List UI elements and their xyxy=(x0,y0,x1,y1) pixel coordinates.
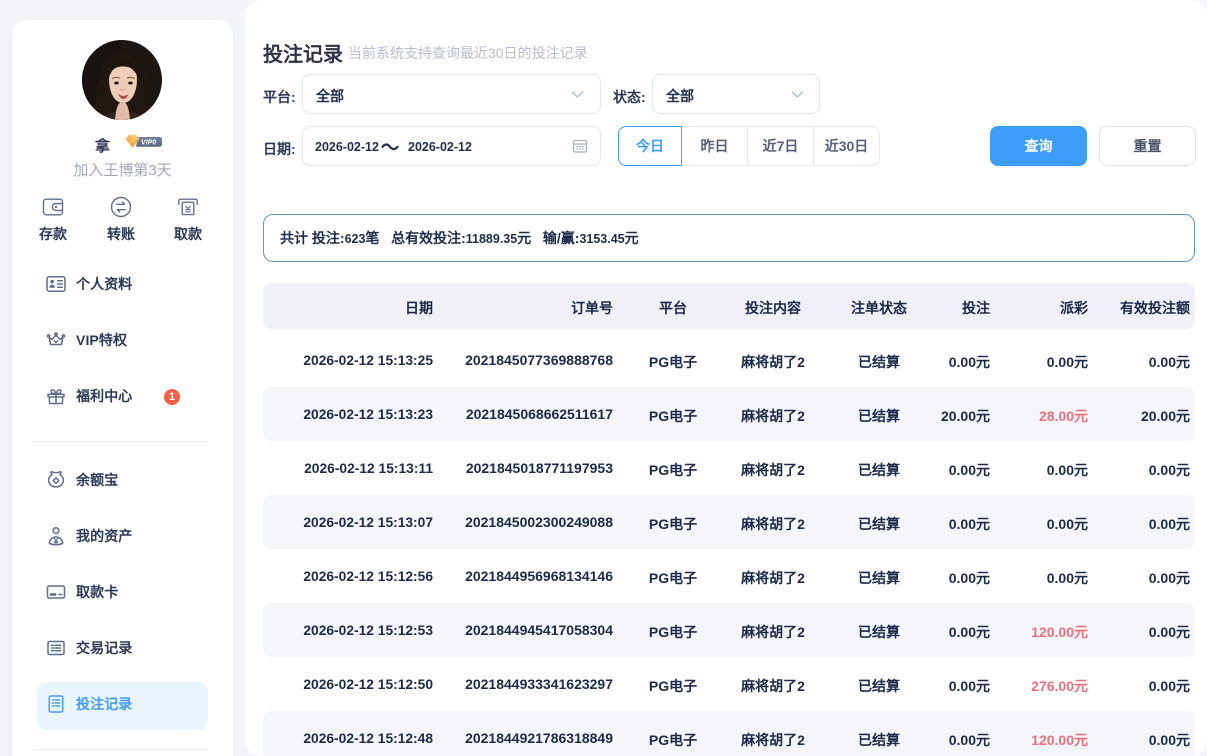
svg-text:VIP0: VIP0 xyxy=(141,140,156,147)
